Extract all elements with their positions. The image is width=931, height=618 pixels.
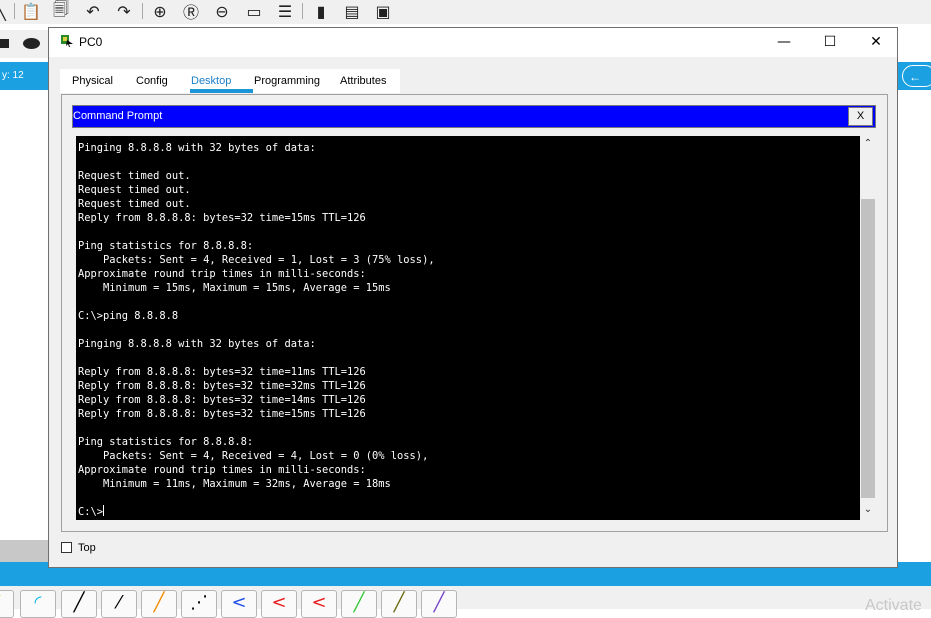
tab-config[interactable]: Config [136,69,168,93]
maximize-button[interactable]: ☐ [807,28,853,57]
active-tab-indicator [190,89,253,93]
zoom-reset-icon[interactable]: Ⓡ [180,0,202,22]
scroll-up-icon[interactable]: ⌃ [860,136,876,152]
straight-line-icon[interactable]: ╱ [61,590,97,618]
desktop-panel: Command Prompt X Pinging 8.8.8.8 with 32… [61,94,888,532]
close-button[interactable]: ✕ [853,28,899,57]
back-arrow-icon[interactable]: ← [902,65,931,87]
zoom-out-icon[interactable]: ⊖ [211,0,233,22]
terminal-text: Pinging 8.8.8.8 with 32 bytes of data: R… [78,142,435,490]
top-checkbox-label: Top [78,542,96,554]
minimize-button[interactable]: — [761,28,807,57]
pc-icon [61,35,73,47]
pointer-icon[interactable]: ╲ [0,0,12,22]
curve-icon[interactable]: ◜ [20,590,56,618]
purple-line-icon[interactable]: ╱ [421,590,457,618]
scroll-down-icon[interactable]: ⌄ [860,502,876,518]
window-title: PC0 [79,35,103,49]
workspace-edge [0,540,48,562]
main-toolbar: ╲ 📋 🗐 ↶ ↷ ⊕ Ⓡ ⊖ ▭ ☰ ▮ ▤ ▣ [0,0,931,24]
title-bar[interactable]: PC0 — ☐ ✕ [49,28,897,57]
scrollbar-thumb[interactable] [861,199,875,498]
zoom-in-icon[interactable]: ⊕ [149,0,171,22]
terminal-prompt: C:\> [78,506,104,518]
bolt-icon[interactable]: ⚡ [0,590,14,618]
red-angle2-icon[interactable]: < [301,590,337,618]
tab-physical[interactable]: Physical [72,69,113,93]
shape-tools [0,30,48,58]
pc0-window: PC0 — ☐ ✕ Physical Config Desktop Progra… [48,27,898,568]
image-icon[interactable]: ▣ [372,0,394,22]
command-prompt-close-button[interactable]: X [848,107,873,126]
text-cursor [103,505,105,516]
ellipse-icon[interactable] [23,38,40,49]
paste-icon[interactable]: 📋 [20,0,42,22]
copy-icon[interactable]: 🗐 [50,0,72,22]
olive-line-icon[interactable]: ╱ [381,590,417,618]
terminal-output[interactable]: Pinging 8.8.8.8 with 32 bytes of data: R… [76,136,860,520]
toolbar-separator [14,3,15,19]
blue-angle-icon[interactable]: < [221,590,257,618]
device-palette: ⚡ ◜ ╱ ⁄ ╱ ⋰ < < < ╱ ╱ ╱ [0,586,931,618]
coordinate-readout: y: 12 [0,62,50,90]
green-line-icon[interactable]: ╱ [341,590,377,618]
activation-watermark: Activate [865,597,922,614]
command-prompt-title: Command Prompt [73,110,163,122]
redo-icon[interactable]: ↷ [113,0,135,22]
toolbar-separator [302,3,303,19]
orange-line-icon[interactable]: ╱ [141,590,177,618]
red-angle-icon[interactable]: < [261,590,297,618]
undo-icon[interactable]: ↶ [82,0,104,22]
tab-bar: Physical Config Desktop Programming Attr… [60,69,400,93]
tab-programming[interactable]: Programming [254,69,320,93]
command-prompt-header: Command Prompt X [72,105,876,128]
toolbar-separator [142,3,143,19]
top-checkbox[interactable] [61,542,72,553]
dashed-line-icon[interactable]: ⁄ [101,590,137,618]
list-icon[interactable]: ☰ [274,0,296,22]
notes-icon[interactable]: ▮ [310,0,332,22]
dotted-line-icon[interactable]: ⋰ [181,590,217,618]
nav-strip: ← [898,62,931,90]
drawing-palette-icon[interactable]: ▤ [341,0,363,22]
vertical-scrollbar[interactable]: ⌃ ⌄ [860,136,876,520]
tab-attributes[interactable]: Attributes [340,69,386,93]
square-icon[interactable] [0,39,9,48]
rectangle-icon[interactable]: ▭ [243,0,265,22]
